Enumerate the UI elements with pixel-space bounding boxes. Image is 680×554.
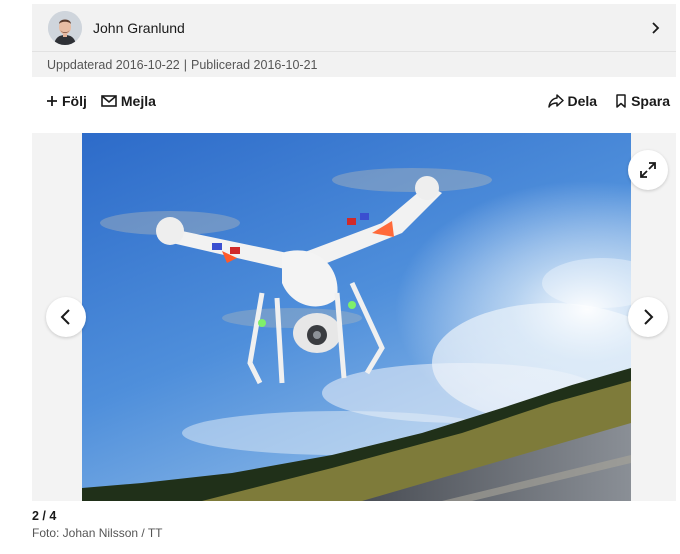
email-button[interactable]: Mejla [101, 93, 156, 109]
bookmark-icon [616, 94, 626, 108]
follow-button[interactable]: Följ [46, 93, 87, 109]
email-label: Mejla [120, 93, 156, 109]
meta-separator: | [183, 57, 187, 72]
image-gallery [32, 133, 676, 501]
photo-credit: Foto: Johan Nilsson / TT [32, 526, 163, 540]
author-name: John Granlund [93, 19, 185, 36]
published-date: Publicerad 2016-10-21 [191, 57, 318, 72]
share-button[interactable]: Dela [547, 93, 598, 109]
fullscreen-button[interactable] [628, 150, 668, 190]
share-label: Dela [567, 93, 598, 109]
mail-icon [101, 95, 117, 107]
chevron-right-icon [644, 309, 654, 325]
author-avatar [48, 10, 82, 45]
plus-icon [47, 96, 57, 106]
chevron-left-icon [60, 309, 70, 325]
gallery-prev-button[interactable] [46, 297, 86, 337]
gallery-caption: 2 / 4 Foto: Johan Nilsson / TT [32, 509, 163, 540]
gallery-next-button[interactable] [628, 297, 668, 337]
gallery-photo[interactable] [82, 133, 631, 501]
share-icon [547, 94, 564, 108]
gallery-counter: 2 / 4 [32, 509, 57, 523]
author-bar[interactable]: John Granlund [32, 4, 676, 52]
chevron-right-icon [652, 21, 660, 34]
drone-photo [82, 133, 631, 501]
article-meta: Uppdaterad 2016-10-22 | Publicerad 2016-… [32, 52, 676, 77]
save-label: Spara [631, 93, 670, 109]
follow-label: Följ [62, 93, 87, 109]
updated-date: Uppdaterad 2016-10-22 [47, 57, 180, 72]
article-actions: Följ Mejla Dela Spara [46, 88, 670, 114]
save-button[interactable]: Spara [615, 93, 670, 109]
expand-icon [640, 162, 656, 178]
